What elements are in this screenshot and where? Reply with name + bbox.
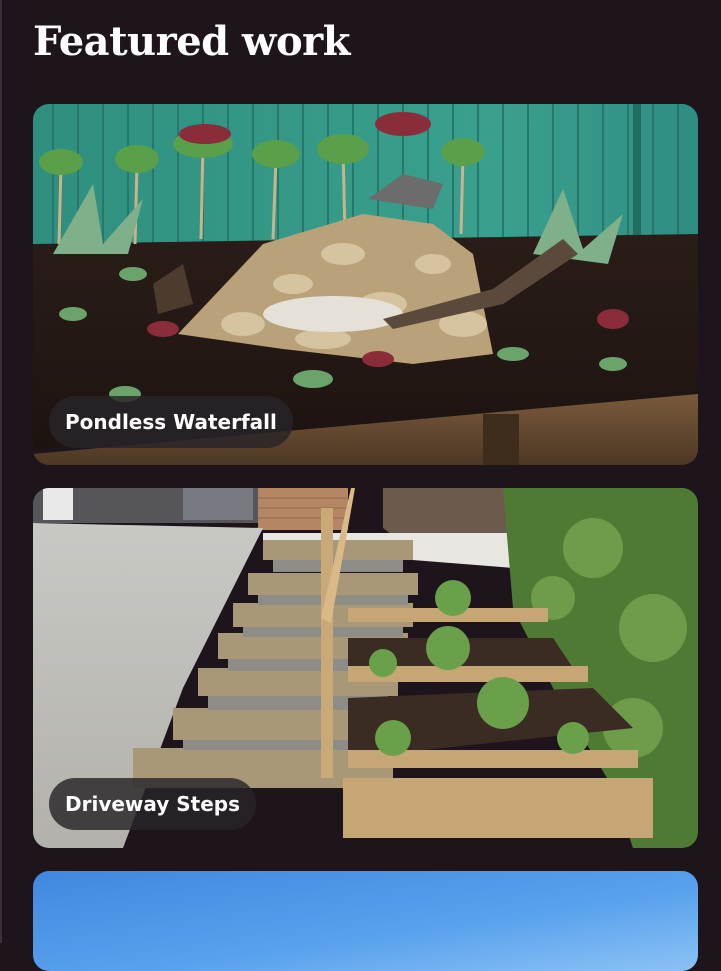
left-edge-divider xyxy=(0,0,2,943)
project-card-third[interactable] xyxy=(33,871,698,971)
sky-photo xyxy=(33,871,698,971)
project-caption: Driveway Steps xyxy=(49,778,257,830)
page-title: Featured work xyxy=(33,18,350,65)
project-caption: Pondless Waterfall xyxy=(49,396,293,448)
project-card-driveway-steps[interactable]: Driveway Steps xyxy=(33,488,698,848)
project-card-pondless-waterfall[interactable]: Pondless Waterfall xyxy=(33,104,698,465)
